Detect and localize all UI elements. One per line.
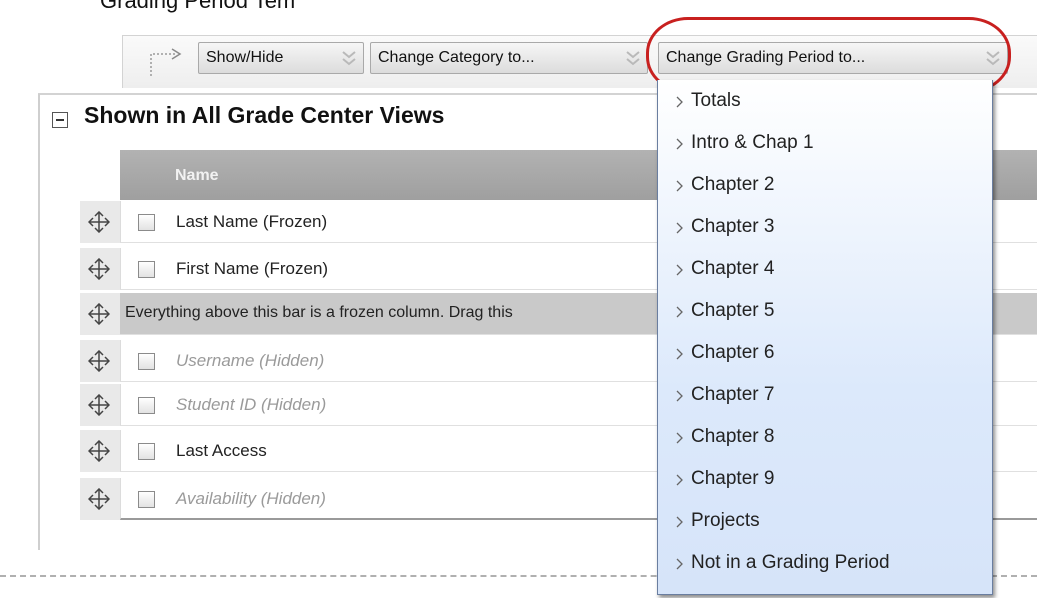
menu-item-chapter-3[interactable]: Chapter 3 — [658, 206, 992, 248]
drag-handle[interactable] — [80, 478, 120, 520]
caret-right-icon — [676, 390, 683, 402]
row-label: First Name (Frozen) — [176, 259, 329, 278]
double-chevron-down-icon — [986, 51, 1000, 66]
menu-item-chapter-2[interactable]: Chapter 2 — [658, 164, 992, 206]
menu-item-totals[interactable]: Totals — [658, 80, 992, 122]
caret-right-icon — [676, 516, 683, 528]
name-column-header[interactable]: Name — [175, 167, 219, 185]
move-arrows-icon — [88, 211, 110, 233]
move-arrows-icon — [88, 394, 110, 416]
row-checkbox[interactable] — [138, 214, 155, 231]
menu-item-label: Chapter 2 — [691, 174, 775, 195]
drag-handle[interactable] — [80, 340, 120, 382]
menu-item-label: Chapter 7 — [691, 384, 775, 405]
menu-item-chapter-8[interactable]: Chapter 8 — [658, 416, 992, 458]
drag-handle[interactable] — [80, 293, 120, 335]
double-chevron-down-icon — [342, 51, 356, 66]
menu-item-label: Chapter 4 — [691, 258, 775, 279]
menu-item-label: Chapter 3 — [691, 216, 775, 237]
menu-item-chapter-9[interactable]: Chapter 9 — [658, 458, 992, 500]
change-grading-period-button[interactable]: Change Grading Period to... — [658, 42, 1008, 74]
menu-item-label: Projects — [691, 510, 760, 531]
row-label: Last Access — [176, 441, 267, 460]
frozen-bar-text: Everything above this bar is a frozen co… — [125, 304, 513, 321]
move-arrows-icon — [88, 303, 110, 325]
corner-arrow-icon — [150, 48, 182, 76]
menu-item-label: Totals — [691, 90, 741, 111]
drag-handle[interactable] — [80, 201, 120, 243]
caret-right-icon — [676, 96, 683, 108]
menu-item-chapter-4[interactable]: Chapter 4 — [658, 248, 992, 290]
menu-item-chapter-5[interactable]: Chapter 5 — [658, 290, 992, 332]
row-label: Availability (Hidden) — [176, 489, 326, 508]
menu-item-chapter-7[interactable]: Chapter 7 — [658, 374, 992, 416]
menu-item-projects[interactable]: Projects — [658, 500, 992, 542]
caret-right-icon — [676, 306, 683, 318]
row-checkbox[interactable] — [138, 261, 155, 278]
grading-period-dropdown: Totals Intro & Chap 1 Chapter 2 Chapter … — [657, 80, 993, 595]
menu-item-label: Chapter 9 — [691, 468, 775, 489]
section-title: Shown in All Grade Center Views — [84, 102, 445, 128]
drag-handle[interactable] — [80, 430, 120, 472]
caret-right-icon — [676, 432, 683, 444]
move-arrows-icon — [88, 350, 110, 372]
move-arrows-icon — [88, 488, 110, 510]
menu-item-label: Chapter 6 — [691, 342, 775, 363]
page-heading: Grading Period Tem — [100, 0, 296, 13]
caret-right-icon — [676, 222, 683, 234]
caret-right-icon — [676, 180, 683, 192]
row-checkbox[interactable] — [138, 443, 155, 460]
row-checkbox[interactable] — [138, 353, 155, 370]
row-label: Student ID (Hidden) — [176, 395, 327, 414]
menu-item-label: Chapter 8 — [691, 426, 775, 447]
menu-item-not-in-grading-period[interactable]: Not in a Grading Period — [658, 542, 992, 584]
panel-left-border — [38, 94, 40, 550]
row-checkbox[interactable] — [138, 397, 155, 414]
show-hide-button[interactable]: Show/Hide — [198, 42, 364, 74]
change-category-button[interactable]: Change Category to... — [370, 42, 648, 74]
row-label: Username (Hidden) — [176, 351, 325, 370]
caret-right-icon — [676, 348, 683, 360]
move-arrows-icon — [88, 258, 110, 280]
change-grading-period-label: Change Grading Period to... — [666, 49, 866, 66]
caret-right-icon — [676, 264, 683, 276]
move-arrows-icon — [88, 440, 110, 462]
menu-item-label: Chapter 5 — [691, 300, 775, 321]
menu-item-label: Not in a Grading Period — [691, 552, 890, 573]
caret-right-icon — [676, 474, 683, 486]
caret-right-icon — [676, 138, 683, 150]
menu-item-intro-chap-1[interactable]: Intro & Chap 1 — [658, 122, 992, 164]
row-label: Last Name (Frozen) — [176, 212, 328, 231]
menu-item-label: Intro & Chap 1 — [691, 132, 814, 153]
drag-handle[interactable] — [80, 248, 120, 290]
show-hide-label: Show/Hide — [206, 49, 284, 66]
caret-right-icon — [676, 558, 683, 570]
drag-handle[interactable] — [80, 384, 120, 426]
collapse-minus-icon[interactable] — [52, 112, 68, 128]
row-checkbox[interactable] — [138, 491, 155, 508]
menu-item-chapter-6[interactable]: Chapter 6 — [658, 332, 992, 374]
double-chevron-down-icon — [626, 51, 640, 66]
change-category-label: Change Category to... — [378, 49, 535, 66]
